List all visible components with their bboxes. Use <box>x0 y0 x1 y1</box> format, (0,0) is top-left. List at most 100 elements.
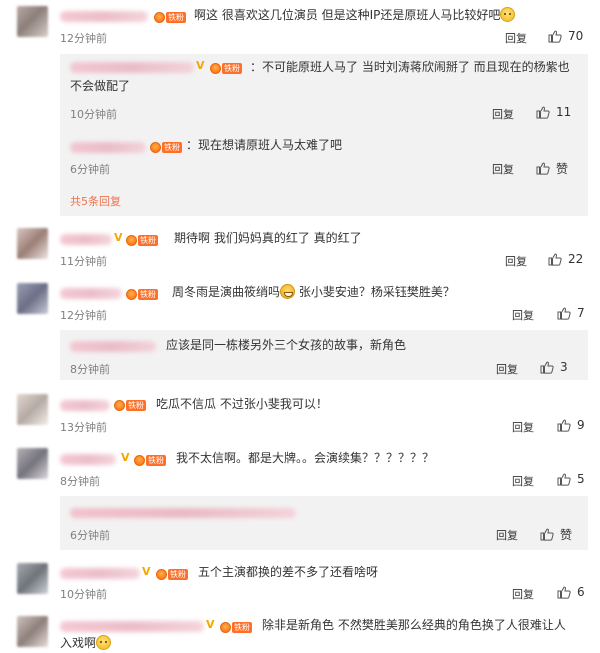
thumbs-up-icon <box>557 419 571 432</box>
thumbs-up-icon <box>548 253 562 266</box>
blurred-username[interactable] <box>70 341 156 352</box>
like-button[interactable]: 6 <box>557 585 585 599</box>
fan-badge: 铁粉 <box>134 454 166 466</box>
blurred-username[interactable] <box>60 621 204 632</box>
avatar[interactable] <box>17 283 48 314</box>
comment-text: 周冬雨是演曲筱绡吗 张小斐安迪？杨采钰樊胜美？ <box>172 283 455 302</box>
reply-time: 10分钟前 <box>70 108 117 121</box>
like-button[interactable]: 赞 <box>540 526 572 543</box>
thumbs-up-icon <box>540 361 554 374</box>
fan-badge-label: 铁粉 <box>138 234 158 246</box>
reply-button[interactable]: 回复 <box>496 527 518 543</box>
reply-button[interactable]: 回复 <box>492 161 514 177</box>
fan-badge: 铁粉 <box>126 234 158 246</box>
blurred-username[interactable] <box>70 142 146 153</box>
reply-button[interactable]: 回复 <box>496 361 518 377</box>
like-button[interactable]: 7 <box>557 306 585 320</box>
comment-text-content-2: 张小斐安迪？杨采钰樊胜美？ <box>298 285 455 299</box>
thumbs-up-icon <box>536 162 550 175</box>
comment-text: 吃瓜不信瓜 不过张小斐我可以！ <box>156 397 328 411</box>
fan-badge-icon <box>150 141 161 153</box>
like-button[interactable]: 22 <box>548 252 583 266</box>
blurred-username[interactable] <box>60 288 122 299</box>
like-button[interactable]: 3 <box>540 360 568 374</box>
like-count: 5 <box>577 472 585 486</box>
avatar[interactable] <box>17 6 48 37</box>
blurred-username[interactable] <box>60 454 116 465</box>
avatar[interactable] <box>17 394 48 425</box>
comment-text-content: 周冬雨是演曲筱绡吗 <box>172 285 281 299</box>
fan-badge-label: 铁粉 <box>166 11 186 23</box>
comment-time: 12分钟前 <box>60 32 107 45</box>
avatar[interactable] <box>17 448 48 479</box>
like-count: 6 <box>577 585 585 599</box>
fan-badge-icon <box>126 234 137 246</box>
reply-text: ：现在想请原班人马太难了吧 <box>186 138 343 152</box>
fan-badge: 铁粉 <box>126 288 158 300</box>
blurred-username[interactable] <box>60 11 148 22</box>
fan-badge-label: 铁粉 <box>146 454 166 466</box>
comment-text: 期待啊 我们妈妈真的红了 真的红了 <box>174 231 362 245</box>
comment-text: 除非是新角色 不然樊胜美那么经典的角色换了人很难让人 <box>262 618 566 632</box>
blurred-username[interactable] <box>60 568 140 579</box>
reply-button[interactable]: 回复 <box>505 253 527 269</box>
like-button[interactable]: 5 <box>557 472 585 486</box>
blurred-reply-text <box>70 508 296 518</box>
smile-emoji-icon <box>96 635 112 650</box>
fan-badge-label: 铁粉 <box>138 288 158 300</box>
comment-time: 11分钟前 <box>60 255 107 268</box>
reply-button[interactable]: 回复 <box>512 307 534 323</box>
reply-button[interactable]: 回复 <box>505 30 527 46</box>
fan-badge-label: 铁粉 <box>168 568 188 580</box>
fan-badge-icon <box>126 288 137 300</box>
thumbs-up-icon <box>540 528 554 541</box>
like-button[interactable]: 70 <box>548 29 583 43</box>
avatar[interactable] <box>17 228 48 259</box>
avatar[interactable] <box>17 563 48 594</box>
fan-badge: 铁粉 <box>150 141 182 153</box>
fan-badge-icon <box>220 621 231 633</box>
reply-text: ：不可能原班人马了 当时刘涛蒋欣闹掰了 而且现在的杨紫也不会做配了 <box>70 60 570 93</box>
thumbs-up-icon <box>536 106 550 119</box>
reply-button[interactable]: 回复 <box>492 106 514 122</box>
like-count: 22 <box>568 252 584 266</box>
like-button[interactable]: 9 <box>557 418 585 432</box>
comment-time: 13分钟前 <box>60 421 107 434</box>
like-count: 7 <box>577 306 585 320</box>
fan-badge: 铁粉 <box>154 11 186 23</box>
reply-button[interactable]: 回复 <box>512 473 534 489</box>
comment-text-continued: 入戏啊 <box>60 634 112 653</box>
smile-emoji-icon <box>500 7 516 22</box>
comment-time: 12分钟前 <box>60 309 107 322</box>
fan-badge: 铁粉 <box>220 621 252 633</box>
blurred-username[interactable] <box>60 400 110 411</box>
thumbs-up-icon <box>548 30 562 43</box>
thumbs-up-icon <box>557 307 571 320</box>
blurred-username[interactable] <box>60 234 112 245</box>
verified-v-icon: V <box>121 451 130 464</box>
reply-button[interactable]: 回复 <box>512 586 534 602</box>
reply-time: 6分钟前 <box>70 163 110 176</box>
fan-badge-label: 铁粉 <box>126 399 146 411</box>
verified-v-icon: V <box>206 618 215 631</box>
fan-badge-label: 铁粉 <box>162 141 182 153</box>
reply-time: 8分钟前 <box>70 363 110 376</box>
like-count: 3 <box>560 360 568 374</box>
reply-time: 6分钟前 <box>70 529 110 542</box>
verified-v-icon: V <box>114 231 123 244</box>
comment-text-content: 入戏啊 <box>60 636 97 650</box>
like-count: 9 <box>577 418 585 432</box>
like-count: 11 <box>556 105 572 119</box>
fan-badge-label: 铁粉 <box>232 621 252 633</box>
comment-text: 啊这 很喜欢这几位演员 但是这种IP还是原班人马比较好吧 <box>194 6 516 25</box>
more-replies-link[interactable]: 共5条回复 <box>70 193 121 209</box>
comment-text: 五个主演都换的差不多了还看啥呀 <box>198 565 379 579</box>
avatar[interactable] <box>17 616 48 647</box>
reply-button[interactable]: 回复 <box>512 419 534 435</box>
grin-emoji-icon <box>280 284 296 299</box>
comment-text-content: 啊这 很喜欢这几位演员 但是这种IP还是原班人马比较好吧 <box>194 8 501 22</box>
comment-time: 10分钟前 <box>60 588 107 601</box>
like-button[interactable]: 赞 <box>536 160 568 177</box>
fan-badge: 铁粉 <box>156 568 188 580</box>
like-button[interactable]: 11 <box>536 105 571 119</box>
